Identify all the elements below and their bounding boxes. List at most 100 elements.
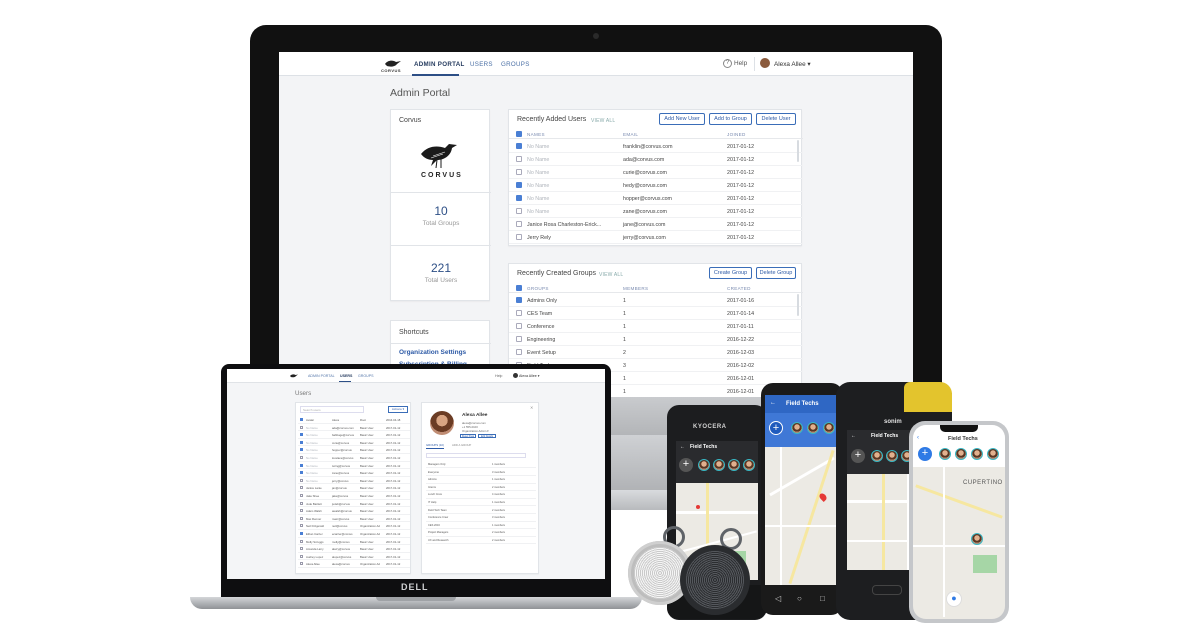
group-row[interactable]: Engineering 1 2016-12-22 <box>509 333 803 346</box>
corvus-logo-icon[interactable] <box>289 372 299 380</box>
user-avatar[interactable] <box>760 58 770 68</box>
user-row[interactable]: No Name hopper@corvus Basic User 2017-01-12 <box>298 446 410 454</box>
location-pin-icon[interactable] <box>818 492 828 502</box>
row-checkbox[interactable] <box>516 234 522 240</box>
add-member-button[interactable]: + <box>679 458 693 472</box>
user-row[interactable]: Jerry Rely jerry@corvus.com 2017-01-12 <box>509 231 803 244</box>
user-row[interactable]: Adam Walsh awalsh@corvus Basic User 2017-01… <box>298 507 410 515</box>
member-avatar[interactable] <box>698 459 710 471</box>
tab-users[interactable]: USERS <box>470 61 493 68</box>
group-row[interactable]: Lunch Crew 4 members <box>426 491 536 499</box>
row-checkbox[interactable] <box>300 554 303 558</box>
view-all-users-link[interactable]: VIEW ALL <box>591 118 615 124</box>
column-header-groups[interactable]: GROUPS <box>527 286 549 291</box>
scrollbar[interactable] <box>797 140 799 162</box>
edit-details-button[interactable]: Edit Details <box>478 434 496 438</box>
add-to-group-button[interactable]: Add to Group <box>709 113 752 125</box>
create-group-button[interactable]: Create Group <box>709 267 752 279</box>
help-icon[interactable]: ? <box>723 59 732 68</box>
group-row[interactable]: Admins 1 members <box>426 476 536 484</box>
help-link[interactable]: Help <box>734 60 747 67</box>
nav-back-icon[interactable]: ◁ <box>775 594 781 603</box>
row-checkbox[interactable] <box>300 524 303 528</box>
map-member-marker[interactable] <box>971 533 983 545</box>
row-checkbox[interactable] <box>300 486 303 490</box>
delete-group-button[interactable]: Delete Group <box>756 267 796 279</box>
member-avatar[interactable] <box>971 448 983 460</box>
close-icon[interactable]: ✕ <box>530 405 533 410</box>
group-row[interactable]: Event Setup 2 2016-12-03 <box>509 346 803 359</box>
row-checkbox[interactable] <box>300 425 303 429</box>
tab-groups[interactable]: GROUPS <box>501 61 530 68</box>
group-row[interactable]: CES Team 1 2017-01-14 <box>509 307 803 320</box>
member-avatar[interactable] <box>987 448 999 460</box>
row-checkbox[interactable] <box>300 532 303 535</box>
user-row[interactable]: No Name franklin@corvus.com 2017-01-12 <box>509 140 803 153</box>
tab-groups-list[interactable]: GROUPS (10) <box>426 443 444 447</box>
user-row[interactable]: Neil Fitzgerald neil@corvus Organization A… <box>298 522 410 530</box>
user-row[interactable]: No Name zane@corvus.com 2017-01-12 <box>509 205 803 218</box>
row-checkbox[interactable] <box>300 433 303 437</box>
row-checkbox[interactable] <box>300 562 303 566</box>
row-checkbox[interactable] <box>516 323 522 329</box>
back-arrow-icon[interactable]: ← <box>770 400 776 406</box>
user-row[interactable]: No Name ada@corvus.com 2017-01-12 <box>509 153 803 166</box>
row-checkbox[interactable] <box>300 539 303 543</box>
group-row[interactable]: IT Help 1 members <box>426 499 536 507</box>
member-avatar[interactable] <box>791 422 803 434</box>
add-new-user-button[interactable]: Add New User <box>659 113 705 125</box>
user-avatar[interactable] <box>513 373 518 378</box>
row-checkbox[interactable] <box>516 169 522 175</box>
row-checkbox[interactable] <box>300 494 303 497</box>
column-header-members[interactable]: MEMBERS <box>623 286 648 291</box>
row-checkbox[interactable] <box>516 182 522 188</box>
row-checkbox[interactable] <box>300 501 303 505</box>
member-avatar[interactable] <box>871 450 883 462</box>
back-arrow-icon[interactable]: ← <box>680 444 685 450</box>
user-row[interactable]: No Name hedy@corvus.com 2017-01-12 <box>509 179 803 192</box>
user-row[interactable]: No Name hopper@corvus.com 2017-01-12 <box>509 192 803 205</box>
user-menu[interactable]: Alexa Allee ▾ <box>774 60 811 68</box>
search-input[interactable]: Search users <box>300 406 364 413</box>
tab-groups[interactable]: GROUPS <box>358 374 374 378</box>
group-row[interactable]: Interns 2 members <box>426 484 536 492</box>
column-header-names[interactable]: NAMES <box>527 132 545 137</box>
help-link[interactable]: Help <box>495 374 502 378</box>
select-all-checkbox[interactable] <box>516 285 522 291</box>
row-checkbox[interactable] <box>300 418 303 421</box>
row-checkbox[interactable] <box>516 208 522 214</box>
group-row[interactable]: Managers Only 1 members <box>426 461 536 469</box>
push-to-talk-microphone-icon[interactable]: ● <box>946 591 962 607</box>
nav-home-icon[interactable]: ○ <box>797 594 802 603</box>
row-checkbox[interactable] <box>300 547 303 551</box>
actions-dropdown[interactable]: Actions ▾ <box>388 406 408 413</box>
row-checkbox[interactable] <box>516 195 522 201</box>
user-row[interactable]: Ethan Carrier ecarrier@corvus Organization… <box>298 530 410 538</box>
user-row[interactable]: No Name jerry@corvus Basic User 2017-01-12 <box>298 477 410 485</box>
group-row[interactable]: CES 2016 1 members <box>426 522 536 530</box>
member-avatar[interactable] <box>823 422 835 434</box>
user-menu[interactable]: Alexa Allee ▾ <box>519 374 540 378</box>
row-checkbox[interactable] <box>516 156 522 162</box>
add-member-button[interactable]: + <box>851 449 865 463</box>
row-checkbox[interactable] <box>300 516 303 520</box>
user-row[interactable]: Janice Lanie jan@corvus Basic User 2017-01-… <box>298 484 410 492</box>
group-filter-input[interactable] <box>426 453 526 458</box>
user-row[interactable]: No Name curie@corvus.com 2017-01-12 <box>509 166 803 179</box>
row-checkbox[interactable] <box>516 310 522 316</box>
member-avatar[interactable] <box>955 448 967 460</box>
row-checkbox[interactable] <box>300 448 303 452</box>
organization-settings-link[interactable]: Organization Settings <box>399 349 466 356</box>
back-arrow-icon[interactable]: ← <box>851 433 856 439</box>
user-row[interactable]: Max Renner maxr@corvus Basic User 2017-01-1… <box>298 515 410 523</box>
location-pin-icon[interactable] <box>696 505 700 509</box>
row-checkbox[interactable] <box>300 440 303 444</box>
row-checkbox[interactable] <box>516 297 522 303</box>
user-row[interactable]: No Name turing@corvus Basic User 2017-01-12 <box>298 462 410 470</box>
row-checkbox[interactable] <box>516 349 522 355</box>
row-checkbox[interactable] <box>300 509 303 513</box>
member-avatar[interactable] <box>743 459 755 471</box>
row-checkbox[interactable] <box>300 471 303 475</box>
column-header-created[interactable]: CREATED <box>727 286 751 291</box>
view-all-groups-link[interactable]: VIEW ALL <box>599 272 623 278</box>
